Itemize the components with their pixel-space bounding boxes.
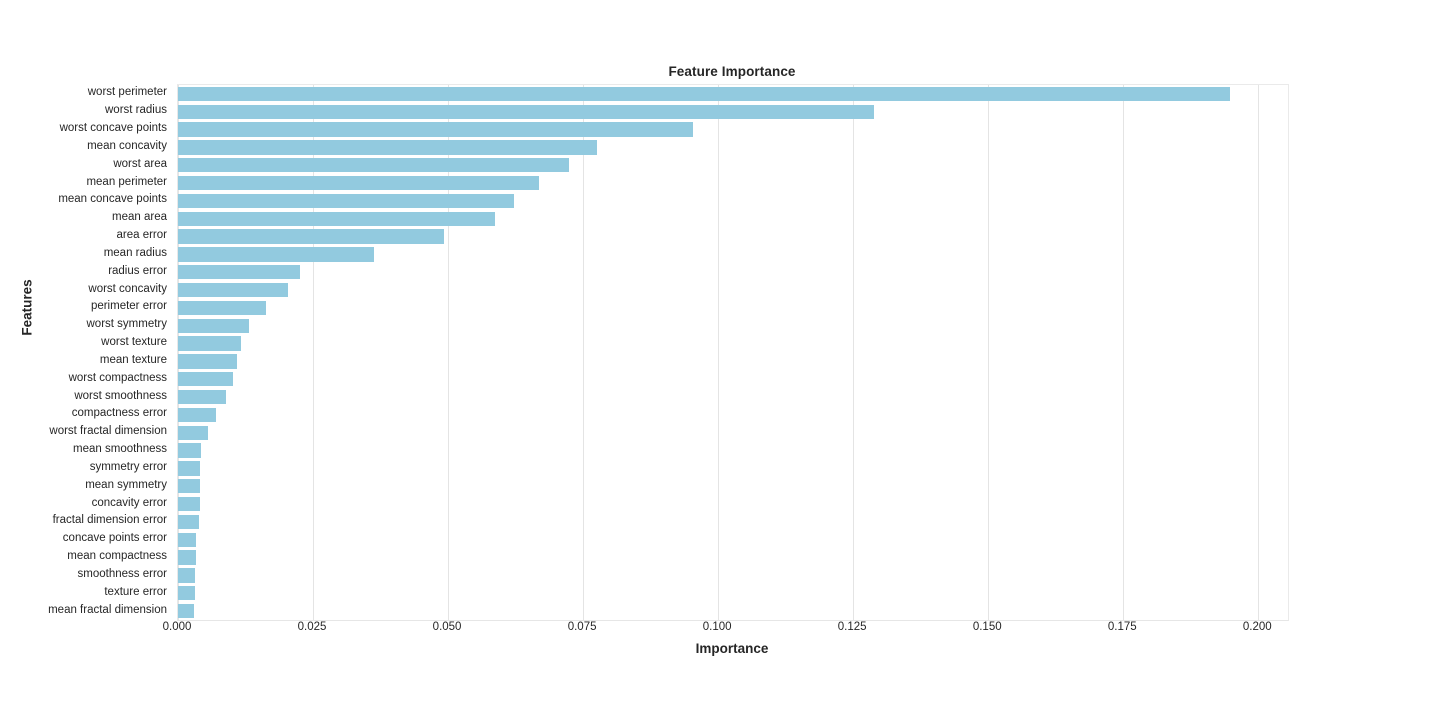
bar	[178, 265, 301, 280]
bar	[178, 86, 1230, 102]
feature-importance-chart: Feature Importance Features worst perime…	[0, 0, 1429, 714]
y-tick-label: mean perimeter	[86, 175, 167, 188]
y-tick-label: worst texture	[101, 336, 167, 349]
bar	[178, 336, 241, 351]
bar-series	[178, 85, 1288, 620]
y-tick-label: mean symmetry	[85, 478, 167, 491]
bar	[178, 122, 693, 137]
y-tick-label: worst concave points	[59, 122, 167, 135]
bar	[178, 247, 375, 262]
y-tick-label: worst fractal dimension	[49, 425, 167, 438]
y-tick-label: radius error	[108, 264, 167, 277]
bar	[178, 229, 445, 244]
y-tick-label: worst symmetry	[86, 318, 168, 331]
y-tick-label: smoothness error	[77, 567, 167, 580]
plot-area	[177, 84, 1289, 621]
y-tick-label: worst perimeter	[87, 86, 167, 99]
y-tick-label: worst radius	[105, 104, 167, 117]
x-tick-label: 0.200	[1242, 621, 1272, 633]
x-tick-label: 0.075	[567, 621, 597, 633]
y-tick-label: area error	[116, 229, 168, 242]
y-tick-label: concavity error	[91, 496, 167, 509]
bar	[178, 550, 197, 565]
x-tick-label: 0.175	[1107, 621, 1137, 633]
y-tick-label: perimeter error	[90, 300, 167, 313]
x-tick-label: 0.050	[432, 621, 462, 633]
bar	[178, 407, 216, 423]
bar	[178, 568, 195, 583]
bar	[178, 514, 200, 530]
y-tick-label: texture error	[104, 585, 167, 598]
bar	[178, 586, 195, 601]
bar	[178, 425, 208, 440]
y-tick-label: concave points error	[62, 532, 167, 545]
y-tick-label: worst area	[113, 157, 167, 170]
y-axis-tick-labels: worst perimeter worst radius worst concave…	[0, 84, 172, 619]
y-tick-label: mean concavity	[87, 139, 167, 152]
bar	[178, 140, 597, 155]
y-tick-label: symmetry error	[89, 460, 167, 473]
x-tick-label: 0.000	[162, 621, 192, 633]
bar	[178, 443, 201, 458]
bar	[178, 282, 289, 298]
y-tick-label: mean area	[112, 211, 167, 224]
bar	[178, 603, 195, 619]
bar	[178, 104, 874, 119]
bar	[178, 318, 249, 333]
bar	[178, 461, 201, 476]
y-tick-label: mean texture	[99, 353, 167, 366]
bar	[178, 193, 514, 209]
y-tick-label: mean smoothness	[73, 443, 167, 456]
bar	[178, 479, 201, 494]
y-tick-label: mean compactness	[67, 550, 167, 563]
bar	[178, 532, 197, 547]
y-tick-label: mean fractal dimension	[48, 603, 167, 616]
y-tick-label: worst compactness	[68, 371, 167, 384]
bar	[178, 211, 496, 226]
x-tick-label: 0.025	[297, 621, 327, 633]
bar	[178, 372, 233, 387]
y-tick-label: fractal dimension error	[52, 514, 167, 527]
x-axis-label: Importance	[695, 641, 769, 656]
bar	[178, 300, 266, 316]
y-tick-label: mean radius	[103, 246, 167, 259]
bar	[178, 496, 200, 512]
y-tick-label: mean concave points	[58, 193, 167, 206]
x-tick-label: 0.125	[837, 621, 867, 633]
chart-title: Feature Importance	[668, 64, 796, 79]
bar	[178, 175, 539, 191]
x-tick-label: 0.100	[702, 621, 732, 633]
x-axis-tick-labels: 0.000 0.025 0.050 0.075 0.100 0.125 0.150 0.175…	[0, 621, 1429, 641]
x-tick-label: 0.150	[972, 621, 1002, 633]
y-tick-label: worst concavity	[88, 282, 167, 295]
bar	[178, 354, 237, 369]
y-tick-label: compactness error	[71, 407, 167, 420]
bar	[178, 158, 569, 173]
bar	[178, 389, 226, 405]
y-tick-label: worst smoothness	[74, 389, 167, 402]
